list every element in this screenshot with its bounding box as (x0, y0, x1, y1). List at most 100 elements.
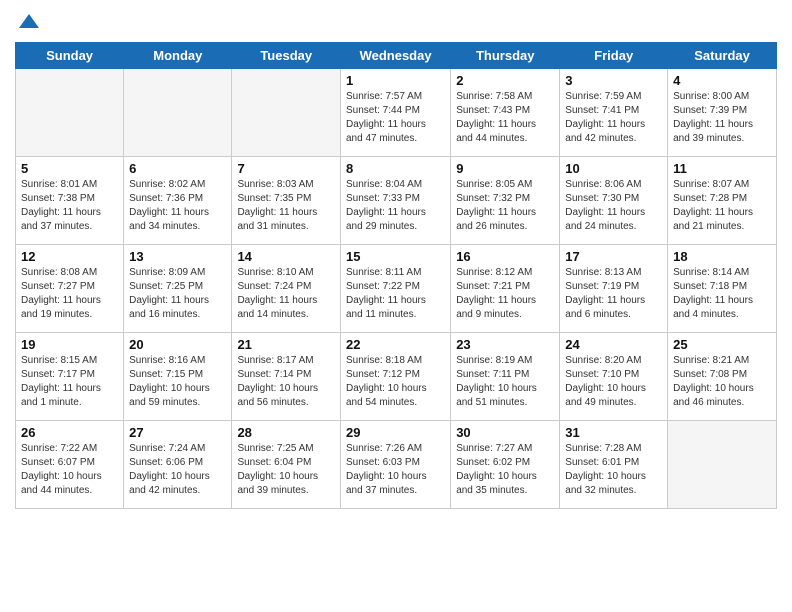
calendar-table: SundayMondayTuesdayWednesdayThursdayFrid… (15, 42, 777, 509)
day-info: Sunrise: 7:26 AM Sunset: 6:03 PM Dayligh… (346, 442, 445, 498)
calendar-cell: 10 Sunrise: 8:06 AM Sunset: 7:30 PM Dayli… (560, 157, 668, 245)
day-info: Sunrise: 8:17 AM Sunset: 7:14 PM Dayligh… (237, 354, 335, 410)
day-info: Sunrise: 8:10 AM Sunset: 7:24 PM Dayligh… (237, 266, 335, 322)
day-number: 10 (565, 161, 662, 176)
calendar-week-row: 5 Sunrise: 8:01 AM Sunset: 7:38 PM Daylig… (16, 157, 777, 245)
calendar-cell: 2 Sunrise: 7:58 AM Sunset: 7:43 PM Daylig… (451, 69, 560, 157)
calendar-cell (232, 69, 341, 157)
day-info: Sunrise: 8:06 AM Sunset: 7:30 PM Dayligh… (565, 178, 662, 234)
day-info: Sunrise: 8:20 AM Sunset: 7:10 PM Dayligh… (565, 354, 662, 410)
calendar-cell: 19 Sunrise: 8:15 AM Sunset: 7:17 PM Dayli… (16, 333, 124, 421)
calendar-cell: 22 Sunrise: 8:18 AM Sunset: 7:12 PM Dayli… (340, 333, 450, 421)
calendar-cell: 3 Sunrise: 7:59 AM Sunset: 7:41 PM Daylig… (560, 69, 668, 157)
calendar-cell: 14 Sunrise: 8:10 AM Sunset: 7:24 PM Dayli… (232, 245, 341, 333)
day-number: 16 (456, 249, 554, 264)
day-info: Sunrise: 8:02 AM Sunset: 7:36 PM Dayligh… (129, 178, 226, 234)
calendar-cell: 5 Sunrise: 8:01 AM Sunset: 7:38 PM Daylig… (16, 157, 124, 245)
day-info: Sunrise: 7:58 AM Sunset: 7:43 PM Dayligh… (456, 90, 554, 146)
calendar-cell: 31Sunrise: 7:28 AM Sunset: 6:01 PM Dayli… (560, 421, 668, 509)
day-info: Sunrise: 7:25 AM Sunset: 6:04 PM Dayligh… (237, 442, 335, 498)
day-info: Sunrise: 8:08 AM Sunset: 7:27 PM Dayligh… (21, 266, 118, 322)
calendar-cell (124, 69, 232, 157)
calendar-week-row: 19 Sunrise: 8:15 AM Sunset: 7:17 PM Dayli… (16, 333, 777, 421)
day-number: 25 (673, 337, 771, 352)
calendar-cell: 6 Sunrise: 8:02 AM Sunset: 7:36 PM Daylig… (124, 157, 232, 245)
day-number: 14 (237, 249, 335, 264)
day-number: 3 (565, 73, 662, 88)
logo-icon (17, 10, 41, 34)
day-number: 29 (346, 425, 445, 440)
calendar-cell (16, 69, 124, 157)
day-info: Sunrise: 7:57 AM Sunset: 7:44 PM Dayligh… (346, 90, 445, 146)
calendar-cell: 4 Sunrise: 8:00 AM Sunset: 7:39 PM Daylig… (668, 69, 777, 157)
calendar-cell: 28 Sunrise: 7:25 AM Sunset: 6:04 PM Dayli… (232, 421, 341, 509)
calendar-header-tuesday: Tuesday (232, 43, 341, 69)
page: SundayMondayTuesdayWednesdayThursdayFrid… (0, 0, 792, 612)
logo (15, 10, 41, 34)
day-number: 13 (129, 249, 226, 264)
calendar-cell: 21 Sunrise: 8:17 AM Sunset: 7:14 PM Dayli… (232, 333, 341, 421)
calendar-cell: 30 Sunrise: 7:27 AM Sunset: 6:02 PM Dayli… (451, 421, 560, 509)
calendar-cell: 17Sunrise: 8:13 AM Sunset: 7:19 PM Dayli… (560, 245, 668, 333)
day-number: 15 (346, 249, 445, 264)
day-number: 1 (346, 73, 445, 88)
day-number: 6 (129, 161, 226, 176)
calendar-cell: 29 Sunrise: 7:26 AM Sunset: 6:03 PM Dayli… (340, 421, 450, 509)
day-number: 19 (21, 337, 118, 352)
day-number: 4 (673, 73, 771, 88)
day-info: Sunrise: 8:11 AM Sunset: 7:22 PM Dayligh… (346, 266, 445, 322)
day-info: Sunrise: 8:04 AM Sunset: 7:33 PM Dayligh… (346, 178, 445, 234)
calendar-cell: 26 Sunrise: 7:22 AM Sunset: 6:07 PM Dayli… (16, 421, 124, 509)
day-number: 2 (456, 73, 554, 88)
day-info: Sunrise: 8:19 AM Sunset: 7:11 PM Dayligh… (456, 354, 554, 410)
day-info: Sunrise: 7:24 AM Sunset: 6:06 PM Dayligh… (129, 442, 226, 498)
day-number: 30 (456, 425, 554, 440)
calendar-cell: 7Sunrise: 8:03 AM Sunset: 7:35 PM Daylig… (232, 157, 341, 245)
day-number: 27 (129, 425, 226, 440)
day-number: 26 (21, 425, 118, 440)
day-info: Sunrise: 8:15 AM Sunset: 7:17 PM Dayligh… (21, 354, 118, 410)
day-info: Sunrise: 8:09 AM Sunset: 7:25 PM Dayligh… (129, 266, 226, 322)
day-number: 20 (129, 337, 226, 352)
day-info: Sunrise: 7:22 AM Sunset: 6:07 PM Dayligh… (21, 442, 118, 498)
day-number: 5 (21, 161, 118, 176)
day-info: Sunrise: 8:16 AM Sunset: 7:15 PM Dayligh… (129, 354, 226, 410)
calendar-cell: 23 Sunrise: 8:19 AM Sunset: 7:11 PM Dayli… (451, 333, 560, 421)
calendar-header-monday: Monday (124, 43, 232, 69)
calendar-cell: 13 Sunrise: 8:09 AM Sunset: 7:25 PM Dayli… (124, 245, 232, 333)
calendar-cell: 24Sunrise: 8:20 AM Sunset: 7:10 PM Dayli… (560, 333, 668, 421)
day-info: Sunrise: 8:01 AM Sunset: 7:38 PM Dayligh… (21, 178, 118, 234)
day-info: Sunrise: 7:59 AM Sunset: 7:41 PM Dayligh… (565, 90, 662, 146)
day-number: 7 (237, 161, 335, 176)
calendar-header-saturday: Saturday (668, 43, 777, 69)
day-info: Sunrise: 8:18 AM Sunset: 7:12 PM Dayligh… (346, 354, 445, 410)
calendar-cell: 18Sunrise: 8:14 AM Sunset: 7:18 PM Dayli… (668, 245, 777, 333)
calendar-cell: 11 Sunrise: 8:07 AM Sunset: 7:28 PM Dayli… (668, 157, 777, 245)
day-info: Sunrise: 8:12 AM Sunset: 7:21 PM Dayligh… (456, 266, 554, 322)
calendar-cell (668, 421, 777, 509)
calendar-cell: 8Sunrise: 8:04 AM Sunset: 7:33 PM Daylig… (340, 157, 450, 245)
day-number: 28 (237, 425, 335, 440)
calendar-cell: 27 Sunrise: 7:24 AM Sunset: 6:06 PM Dayli… (124, 421, 232, 509)
calendar-cell: 12Sunrise: 8:08 AM Sunset: 7:27 PM Dayli… (16, 245, 124, 333)
day-info: Sunrise: 8:07 AM Sunset: 7:28 PM Dayligh… (673, 178, 771, 234)
day-number: 11 (673, 161, 771, 176)
day-info: Sunrise: 7:27 AM Sunset: 6:02 PM Dayligh… (456, 442, 554, 498)
day-number: 21 (237, 337, 335, 352)
calendar-cell: 16 Sunrise: 8:12 AM Sunset: 7:21 PM Dayli… (451, 245, 560, 333)
calendar-header-friday: Friday (560, 43, 668, 69)
day-info: Sunrise: 8:21 AM Sunset: 7:08 PM Dayligh… (673, 354, 771, 410)
day-info: Sunrise: 8:00 AM Sunset: 7:39 PM Dayligh… (673, 90, 771, 146)
day-number: 22 (346, 337, 445, 352)
calendar-cell: 20 Sunrise: 8:16 AM Sunset: 7:15 PM Dayli… (124, 333, 232, 421)
logo-text (15, 10, 41, 34)
day-number: 23 (456, 337, 554, 352)
calendar-header-thursday: Thursday (451, 43, 560, 69)
calendar-week-row: 12Sunrise: 8:08 AM Sunset: 7:27 PM Dayli… (16, 245, 777, 333)
day-number: 9 (456, 161, 554, 176)
calendar-header-row: SundayMondayTuesdayWednesdayThursdayFrid… (16, 43, 777, 69)
calendar-header-wednesday: Wednesday (340, 43, 450, 69)
header (15, 10, 777, 34)
calendar-cell: 1 Sunrise: 7:57 AM Sunset: 7:44 PM Daylig… (340, 69, 450, 157)
day-info: Sunrise: 8:14 AM Sunset: 7:18 PM Dayligh… (673, 266, 771, 322)
